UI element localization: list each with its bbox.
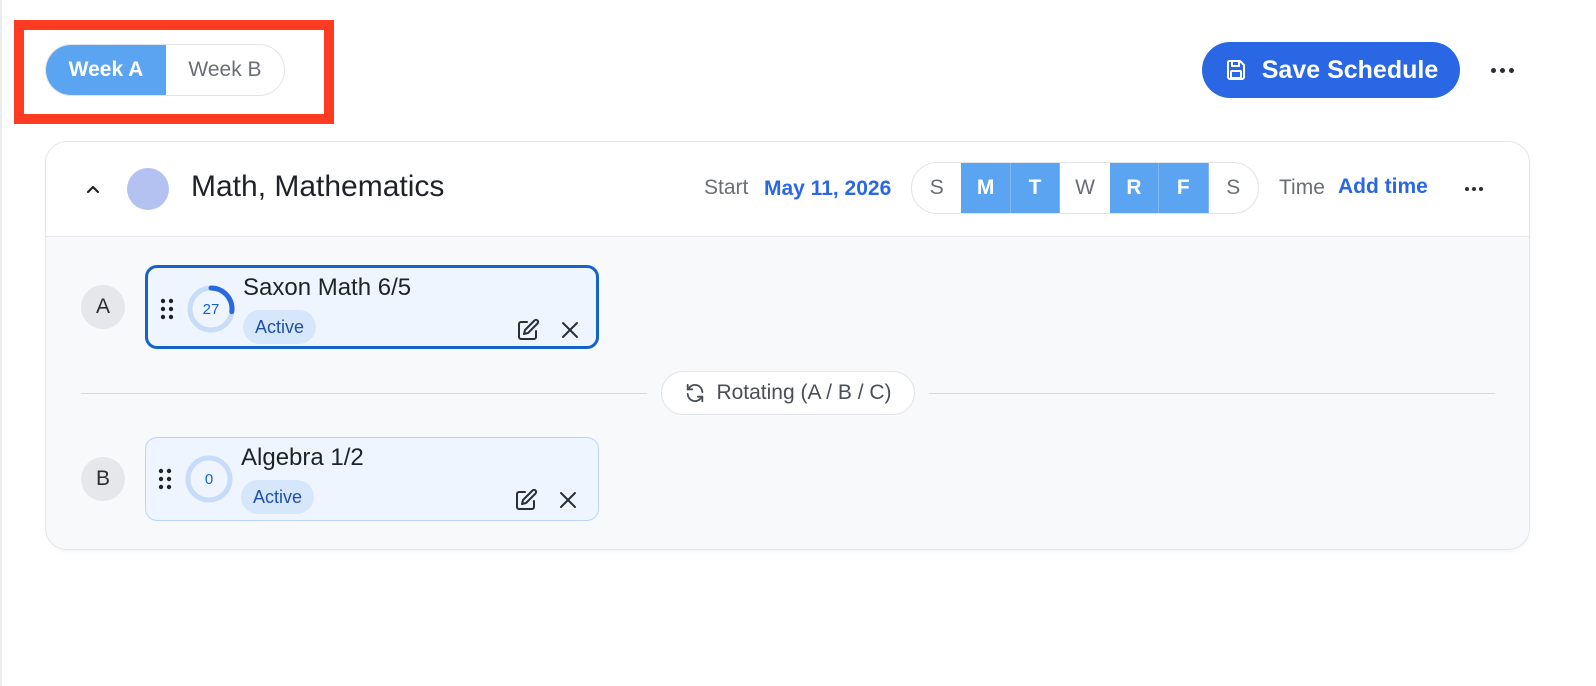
- day-tuesday[interactable]: T: [1010, 163, 1061, 213]
- progress-ring: 27: [186, 284, 236, 334]
- subject-color-dot[interactable]: [127, 168, 169, 210]
- progress-value: 27: [202, 300, 220, 318]
- drag-handle-icon[interactable]: [158, 468, 172, 490]
- day-thursday[interactable]: R: [1109, 163, 1160, 213]
- drag-handle-icon[interactable]: [160, 298, 174, 320]
- progress-ring: 0: [184, 454, 234, 504]
- save-icon: [1226, 60, 1245, 80]
- subject-card: Math, Mathematics Start May 11, 2026 S M…: [45, 141, 1530, 550]
- course-title: Algebra 1/2: [241, 444, 364, 471]
- week-b-tab[interactable]: Week B: [166, 45, 284, 95]
- save-schedule-label: Save Schedule: [1261, 55, 1439, 84]
- course-card-a[interactable]: 27 Saxon Math 6/5 Active: [145, 265, 599, 349]
- subject-header: Math, Mathematics Start May 11, 2026 S M…: [46, 142, 1529, 237]
- slot-badge-a: A: [81, 285, 125, 329]
- subject-title: Math, Mathematics: [191, 170, 445, 203]
- day-selector: S M T W R F S: [911, 162, 1259, 214]
- left-edge: [0, 0, 2, 686]
- course-title: Saxon Math 6/5: [243, 274, 412, 301]
- edit-icon[interactable]: [516, 318, 540, 342]
- day-monday[interactable]: M: [961, 163, 1011, 213]
- divider: [81, 393, 647, 394]
- close-icon[interactable]: [559, 491, 577, 509]
- day-sunday[interactable]: S: [912, 163, 961, 213]
- chevron-up-icon[interactable]: [82, 178, 104, 200]
- course-card-b[interactable]: 0 Algebra 1/2 Active: [145, 437, 599, 521]
- status-badge: Active: [241, 480, 315, 514]
- time-label: Time: [1279, 176, 1325, 199]
- rotation-label: Rotating (A / B / C): [716, 381, 892, 404]
- week-a-tab[interactable]: Week A: [46, 45, 166, 95]
- rotate-icon: [687, 383, 704, 403]
- progress-value: 0: [204, 470, 214, 488]
- subject-more-icon[interactable]: [1454, 177, 1494, 201]
- day-saturday[interactable]: S: [1209, 163, 1258, 213]
- week-toggle: Week A Week B: [45, 44, 285, 96]
- edit-icon[interactable]: [514, 488, 538, 512]
- add-time-link[interactable]: Add time: [1338, 175, 1428, 199]
- divider: [929, 393, 1495, 394]
- day-wednesday[interactable]: W: [1060, 163, 1109, 213]
- start-date-link[interactable]: May 11, 2026: [764, 177, 891, 201]
- slot-badge-b: B: [81, 457, 125, 501]
- status-badge: Active: [243, 310, 317, 344]
- day-friday[interactable]: F: [1159, 163, 1209, 213]
- rotation-pill[interactable]: Rotating (A / B / C): [661, 371, 915, 415]
- save-schedule-button[interactable]: Save Schedule: [1202, 42, 1460, 98]
- start-label: Start: [704, 176, 749, 199]
- more-options-icon[interactable]: [1482, 55, 1522, 85]
- close-icon[interactable]: [561, 321, 579, 339]
